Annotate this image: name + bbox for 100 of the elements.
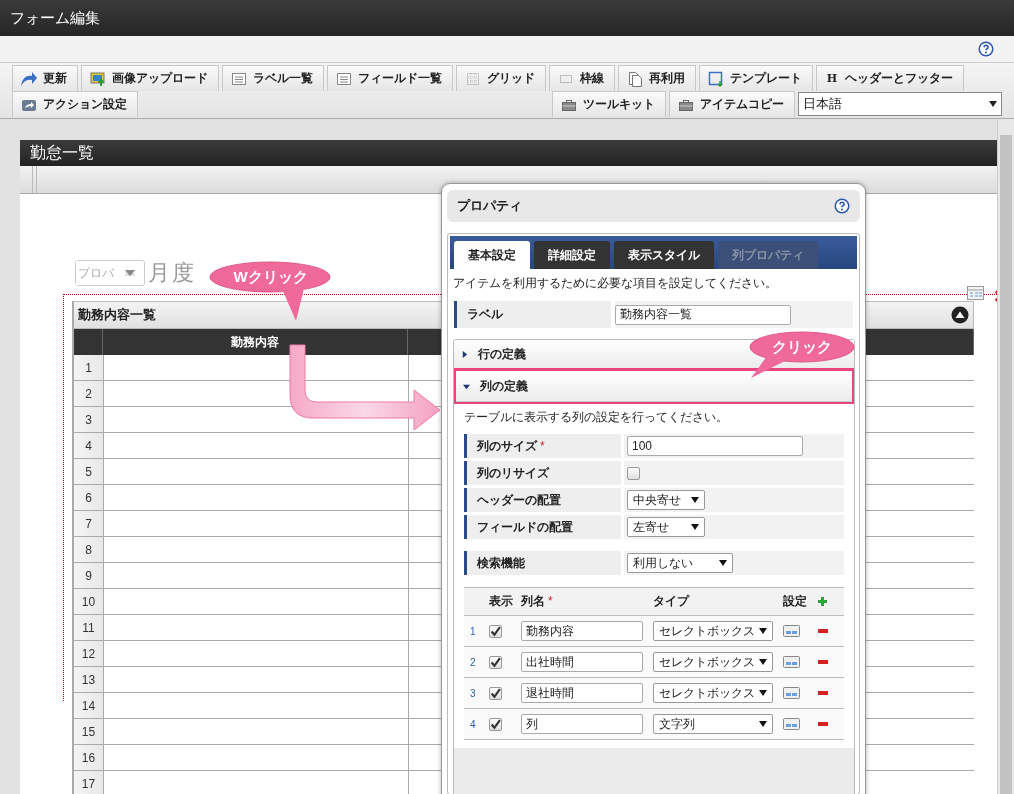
dropdown-arrow-icon[interactable]: [125, 269, 135, 277]
row-number: 1: [469, 625, 477, 637]
select-field[interactable]: 中央寄せ: [627, 490, 705, 510]
row-number: 17: [74, 771, 103, 794]
row-number: 3: [74, 407, 103, 432]
toolbar-button[interactable]: アイテムコピー: [669, 91, 795, 117]
required-mark: *: [540, 439, 545, 453]
row-number: 5: [74, 459, 103, 484]
toolbar-button[interactable]: グリッド: [456, 65, 546, 91]
settings-icon[interactable]: [783, 718, 800, 730]
header-glyph-icon: H: [825, 72, 839, 85]
field-label: 列のリサイズ: [464, 461, 621, 485]
collapse-icon[interactable]: [951, 306, 969, 324]
column-header: 列名: [521, 594, 545, 608]
tab[interactable]: 基本設定: [454, 241, 530, 269]
accordion-header[interactable]: 列の定義: [456, 371, 852, 402]
row-number: 15: [74, 719, 103, 744]
table-settings-icon[interactable]: [967, 286, 984, 300]
caret-right-icon: [461, 350, 468, 358]
accordion-title: 行の定義: [478, 345, 526, 363]
frame-icon: [708, 70, 724, 87]
row-number: 11: [74, 615, 103, 640]
settings-icon[interactable]: [783, 656, 800, 668]
toolbar-button[interactable]: 更新: [12, 65, 78, 91]
help-icon[interactable]: [834, 198, 850, 214]
checkbox[interactable]: [489, 655, 502, 669]
toolbar-button[interactable]: ツールキット: [552, 91, 666, 117]
row-number: 6: [74, 485, 103, 510]
select-field[interactable]: セレクトボックス: [653, 683, 773, 703]
select-field[interactable]: 文字列: [653, 714, 773, 734]
accordion-title: 列の定義: [480, 377, 528, 395]
checkbox[interactable]: [489, 624, 502, 638]
toolbar-button[interactable]: テンプレート: [699, 65, 813, 91]
dialog-title: プロパティ: [457, 197, 522, 215]
settings-icon[interactable]: [783, 687, 800, 699]
toolbar-button[interactable]: ラベル一覧: [222, 65, 324, 91]
text-field[interactable]: 勤務内容: [521, 621, 643, 641]
row-number: 2: [74, 381, 103, 406]
toolbar-button[interactable]: 枠線: [549, 65, 615, 91]
settings-icon[interactable]: [783, 625, 800, 637]
field-label: ラベル: [454, 301, 611, 328]
callout: Wクリック: [208, 261, 333, 323]
row-number: 3: [469, 687, 477, 699]
dropdown-arrow-icon: [759, 690, 767, 696]
toolbar-button[interactable]: 再利用: [618, 65, 696, 91]
row-number: 16: [74, 745, 103, 770]
text-field[interactable]: 退社時間: [521, 683, 643, 703]
row-number: 8: [74, 537, 103, 562]
field-label: 検索機能: [464, 551, 621, 575]
toolbar-button[interactable]: H ヘッダーとフッター: [816, 65, 964, 91]
column-header: 設定: [783, 593, 808, 610]
column-header: 表示: [489, 593, 514, 610]
form-heading: 月度: [148, 259, 196, 287]
caret-down-icon: [463, 382, 470, 390]
dropdown-arrow-icon: [691, 497, 699, 503]
text-field[interactable]: 出社時間: [521, 652, 643, 672]
checkbox[interactable]: [489, 686, 502, 700]
list-icon: [336, 70, 352, 87]
select-field[interactable]: セレクトボックス: [653, 652, 773, 672]
dropdown-arrow-icon: [719, 560, 727, 566]
text-field[interactable]: 100: [627, 436, 803, 456]
language-select[interactable]: 日本語: [798, 92, 1002, 116]
dropdown-arrow-icon: [759, 628, 767, 634]
required-mark: *: [548, 594, 553, 608]
row-number: 9: [74, 563, 103, 588]
form-title: 勤怠一覧: [20, 140, 997, 166]
row-number: 7: [74, 511, 103, 536]
dropdown-arrow-icon: [989, 101, 997, 107]
field-label: フィールドの配置: [464, 515, 621, 539]
toolbar-button[interactable]: アクション設定: [12, 91, 138, 117]
row-number: 4: [74, 433, 103, 458]
field-label: ヘッダーの配置: [464, 488, 621, 512]
column-header: タイプ: [653, 593, 691, 610]
row-number: 2: [469, 656, 477, 668]
select-field[interactable]: 利用しない: [627, 553, 733, 573]
toolbar-button[interactable]: フィールド一覧: [327, 65, 453, 91]
row-number: 1: [74, 355, 103, 380]
scrollbar[interactable]: [997, 119, 1014, 794]
image-upload-icon: [90, 70, 106, 87]
tab[interactable]: 詳細設定: [534, 241, 610, 269]
help-icon[interactable]: [978, 41, 994, 57]
grid-icon: [465, 70, 481, 87]
add-icon[interactable]: [818, 597, 827, 606]
checkbox[interactable]: [489, 717, 502, 731]
description: テーブルに表示する列の設定を行ってください。: [463, 410, 729, 425]
row-number: 12: [74, 641, 103, 666]
text-field[interactable]: 勤務内容一覧: [615, 304, 791, 325]
select-field[interactable]: セレクトボックス: [653, 621, 773, 641]
select-field[interactable]: 左寄せ: [627, 517, 705, 537]
document-icon: [627, 70, 643, 87]
window-title: フォーム編集: [0, 0, 1014, 36]
tab[interactable]: 表示スタイル: [614, 241, 714, 269]
dropdown-arrow-icon: [759, 659, 767, 665]
toolbar-button[interactable]: 画像アップロード: [81, 65, 219, 91]
field-label: 列のサイズ: [477, 437, 537, 455]
description: アイテムを利用するために必要な項目を設定してください。: [452, 276, 778, 291]
dropdown-arrow-icon: [759, 721, 767, 727]
table-title: 勤務内容一覧: [78, 306, 156, 324]
text-field[interactable]: 列: [521, 714, 643, 734]
checkbox[interactable]: [627, 466, 640, 480]
